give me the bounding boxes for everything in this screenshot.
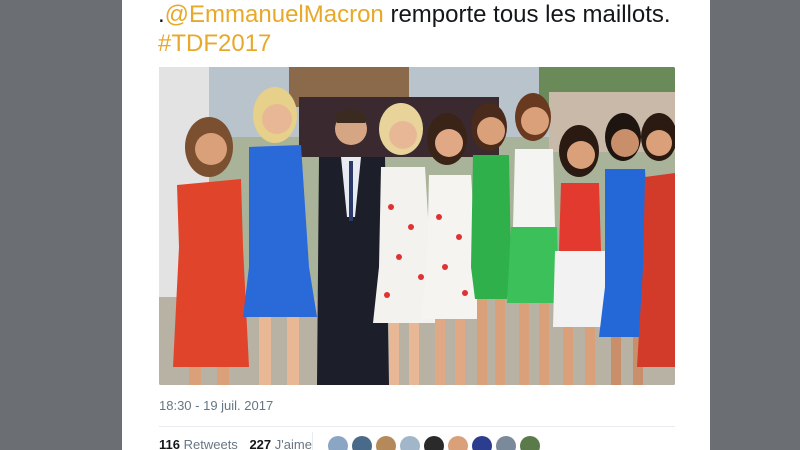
retweets-count: 116 xyxy=(159,437,180,450)
stats-vertical-divider xyxy=(312,432,313,450)
tweet-timestamp[interactable]: 18:30 - 19 juil. 2017 xyxy=(159,398,273,413)
likes-label: J'aime xyxy=(274,437,312,450)
tweet-card: .@EmmanuelMacron remporte tous les maill… xyxy=(122,0,710,450)
liker-avatar[interactable] xyxy=(376,436,396,450)
tweet-text: .@EmmanuelMacron remporte tous les maill… xyxy=(158,0,678,58)
liker-avatar[interactable] xyxy=(520,436,540,450)
tweet-photo[interactable] xyxy=(159,67,675,385)
photo-image xyxy=(159,67,675,385)
stats-divider xyxy=(159,426,675,427)
liker-avatar[interactable] xyxy=(352,436,372,450)
liker-avatar[interactable] xyxy=(448,436,468,450)
tweet-body: remporte tous les maillots. xyxy=(383,1,671,28)
tweet-stats: 116 Retweets 227 J'aime xyxy=(159,437,320,450)
liker-avatars xyxy=(328,436,540,450)
liker-avatar[interactable] xyxy=(328,436,348,450)
hashtag-link[interactable]: #TDF2017 xyxy=(158,30,271,57)
mention-link[interactable]: @EmmanuelMacron xyxy=(165,1,384,28)
likes-stat[interactable]: 227 J'aime xyxy=(249,437,312,450)
retweets-stat[interactable]: 116 Retweets xyxy=(159,437,238,450)
liker-avatar[interactable] xyxy=(400,436,420,450)
liker-avatar[interactable] xyxy=(496,436,516,450)
likes-count: 227 xyxy=(249,437,272,450)
retweets-label: Retweets xyxy=(183,437,238,450)
tweet-prefix: . xyxy=(158,1,165,28)
liker-avatar[interactable] xyxy=(424,436,444,450)
liker-avatar[interactable] xyxy=(472,436,492,450)
